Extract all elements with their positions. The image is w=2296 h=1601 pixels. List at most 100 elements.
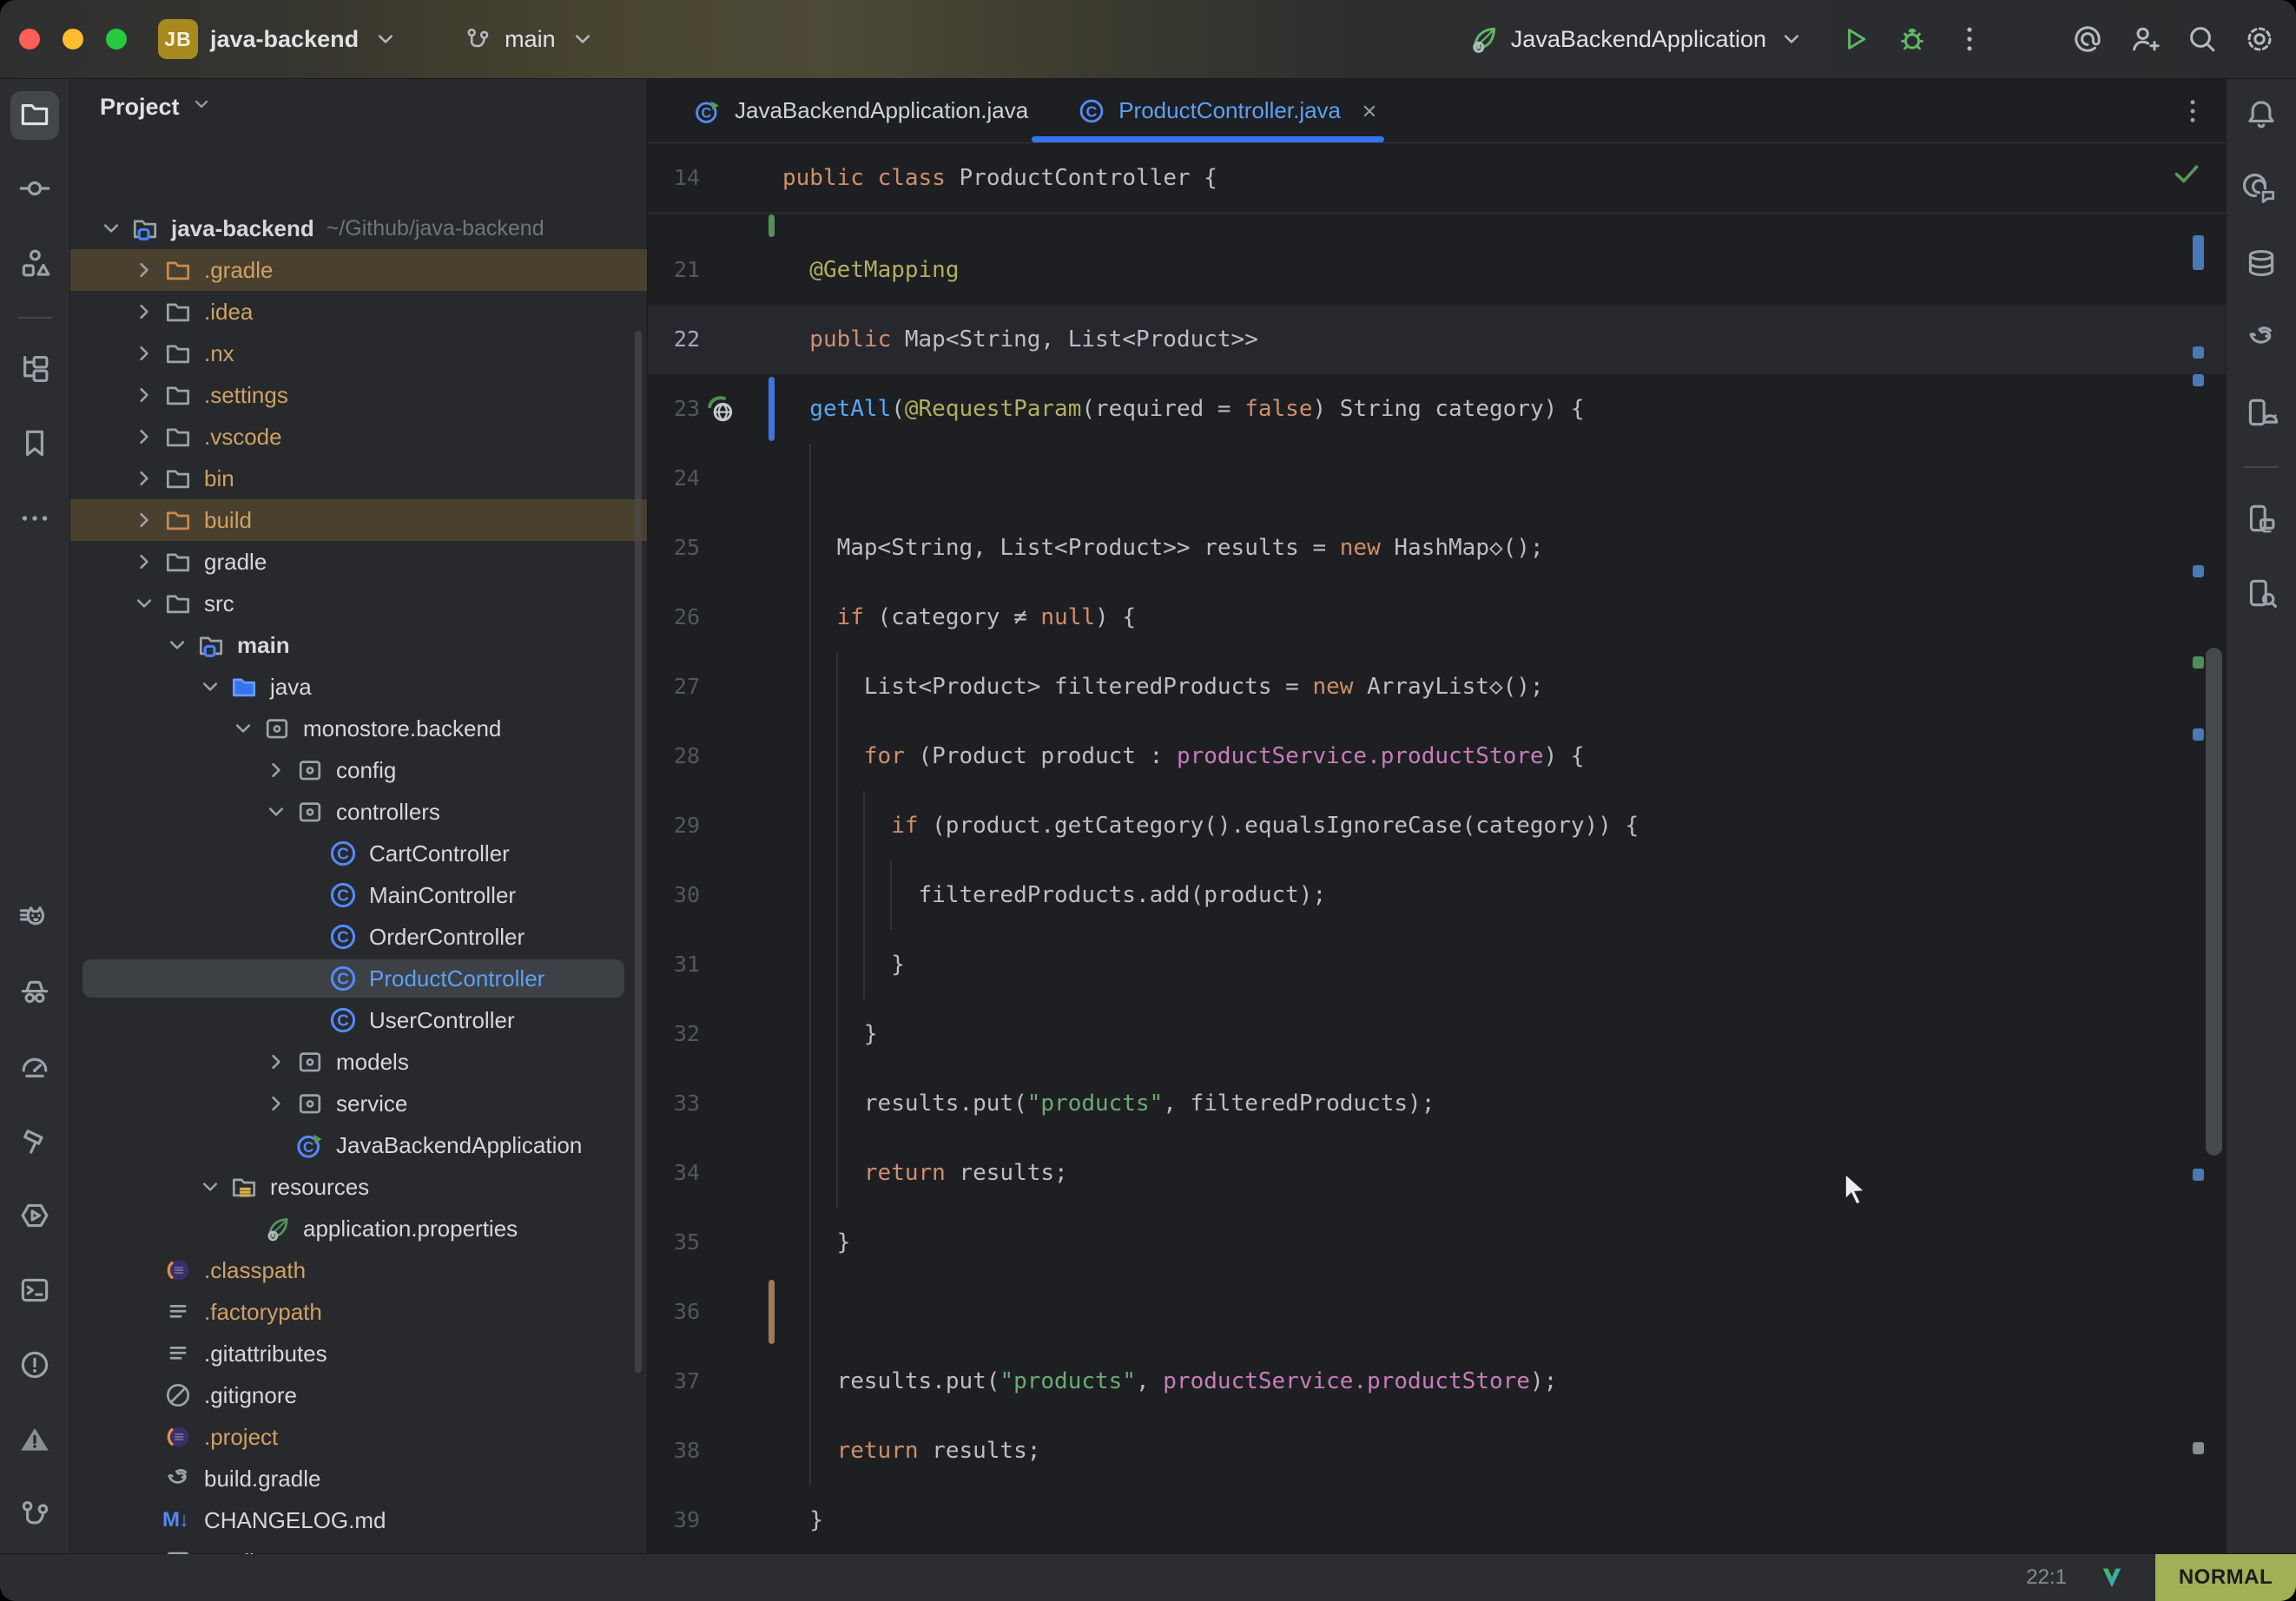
code-line-22[interactable]: public Map<String, List<Product>>: [782, 305, 1258, 374]
close-icon[interactable]: [1358, 100, 1381, 122]
code-line-32[interactable]: }: [782, 999, 878, 1069]
line-number-28[interactable]: 28: [648, 721, 700, 791]
error-stripe-mark[interactable]: [2193, 1442, 2204, 1454]
chevron-right-icon[interactable]: [129, 339, 159, 368]
line-number-34[interactable]: 34: [648, 1138, 700, 1208]
project-name[interactable]: java-backend: [210, 26, 359, 53]
line-number-23[interactable]: 23: [648, 374, 700, 444]
tree-item-main[interactable]: main: [70, 624, 647, 666]
code-line-39[interactable]: }: [782, 1486, 823, 1554]
tree-item-service[interactable]: service: [70, 1083, 647, 1124]
tool-button-device-manager[interactable]: [2237, 390, 2286, 438]
caret-position[interactable]: 22:1: [2026, 1554, 2067, 1601]
tree-item-UserController[interactable]: CUserController: [70, 999, 647, 1041]
minimize-window-button[interactable]: [63, 29, 83, 49]
maximize-window-button[interactable]: [106, 29, 127, 49]
settings-icon[interactable]: [2242, 22, 2277, 56]
search-icon[interactable]: [2185, 22, 2220, 56]
chevron-down-icon[interactable]: [195, 672, 225, 702]
line-number-38[interactable]: 38: [648, 1416, 700, 1486]
tree-item-gradlew[interactable]: gradlew: [70, 1541, 647, 1554]
project-badge[interactable]: JB: [158, 19, 198, 59]
tree-item-.gitignore[interactable]: .gitignore: [70, 1374, 647, 1416]
tool-button-incognito[interactable]: [10, 969, 59, 1018]
more-vertical-icon[interactable]: [1952, 22, 1987, 56]
tool-button-warnings[interactable]: [10, 1417, 59, 1466]
tree-item-gradle[interactable]: gradle: [70, 541, 647, 583]
chevron-right-icon[interactable]: [129, 464, 159, 493]
error-stripe-mark[interactable]: [2193, 235, 2204, 270]
code-line-25[interactable]: Map<String, List<Product>> results = new…: [782, 513, 1544, 583]
tree-item-bin[interactable]: bin: [70, 458, 647, 499]
tool-button-gradle[interactable]: [2237, 315, 2286, 364]
editor-tab-ProductController.java[interactable]: CProductController.java: [1052, 79, 1405, 142]
code-viewport[interactable]: 21@GetMapping22public Map<String, List<P…: [648, 213, 2227, 1554]
tool-button-ai-assistant[interactable]: [2237, 166, 2286, 214]
line-number-32[interactable]: 32: [648, 999, 700, 1069]
chevron-right-icon[interactable]: [129, 422, 159, 451]
tree-item-controllers[interactable]: controllers: [70, 791, 647, 833]
more-vertical-icon[interactable]: [2176, 95, 2209, 128]
code-line-29[interactable]: if (product.getCategory().equalsIgnoreCa…: [782, 791, 1639, 860]
code-line-26[interactable]: if (category ≠ null) {: [782, 583, 1136, 652]
editor-scrollbar-thumb[interactable]: [2206, 648, 2222, 1156]
tree-item-OrderController[interactable]: COrderController: [70, 916, 647, 958]
chevron-right-icon[interactable]: [129, 255, 159, 285]
code-line-33[interactable]: results.put("products", filteredProducts…: [782, 1069, 1435, 1138]
code-line-31[interactable]: }: [782, 930, 905, 999]
tool-button-terminal[interactable]: [10, 1268, 59, 1316]
tree-item-CartController[interactable]: CCartController: [70, 833, 647, 874]
line-number-25[interactable]: 25: [648, 513, 700, 583]
tree-item-.nx[interactable]: .nx: [70, 333, 647, 374]
tool-button-notifications[interactable]: [2237, 91, 2286, 140]
line-number-24[interactable]: 24: [648, 444, 700, 513]
chevron-down-icon[interactable]: [129, 589, 159, 618]
project-view-selector[interactable]: Project: [70, 79, 647, 135]
project-tree-scrollbar[interactable]: [635, 331, 642, 1373]
error-stripe-mark[interactable]: [2193, 728, 2204, 741]
error-stripe-mark[interactable]: [2193, 565, 2204, 577]
line-number-21[interactable]: 21: [648, 235, 700, 305]
tree-item-resources[interactable]: resources: [70, 1166, 647, 1208]
vcs-brown-marker[interactable]: [769, 1280, 775, 1344]
chevron-right-icon[interactable]: [261, 755, 291, 785]
add-user-icon[interactable]: [2128, 22, 2162, 56]
tree-item-.gradle[interactable]: .gradle: [70, 249, 647, 291]
run-icon[interactable]: [1837, 22, 1872, 56]
tool-button-ai-cat[interactable]: [10, 894, 59, 943]
tool-button-structure[interactable]: [10, 240, 59, 289]
tree-item-build[interactable]: build: [70, 499, 647, 541]
code-line-27[interactable]: List<Product> filteredProducts = new Arr…: [782, 652, 1544, 721]
chevron-right-icon[interactable]: [261, 1047, 291, 1077]
error-stripe-mark[interactable]: [2193, 346, 2204, 359]
code-line-37[interactable]: results.put("products", productService.p…: [782, 1347, 1557, 1416]
ideavim-icon[interactable]: [2098, 1564, 2126, 1591]
code-line-35[interactable]: }: [782, 1208, 850, 1277]
tree-item-java-backend[interactable]: java-backend~/Github/java-backend: [70, 208, 647, 249]
line-number-33[interactable]: 33: [648, 1069, 700, 1138]
line-number-27[interactable]: 27: [648, 652, 700, 721]
line-number-35[interactable]: 35: [648, 1208, 700, 1277]
tool-button-commit[interactable]: [10, 166, 59, 214]
tree-item-java[interactable]: java: [70, 666, 647, 708]
tool-button-problems[interactable]: [10, 1342, 59, 1391]
tree-item-.project[interactable]: .project: [70, 1416, 647, 1458]
tree-item-.vscode[interactable]: .vscode: [70, 416, 647, 458]
tool-button-bookmarks[interactable]: [10, 421, 59, 470]
tree-item-monostore.backend[interactable]: monostore.backend: [70, 708, 647, 749]
chevron-down-icon[interactable]: [195, 1172, 225, 1202]
tree-item-build.gradle[interactable]: build.gradle: [70, 1458, 647, 1499]
tree-item-.gitattributes[interactable]: .gitattributes: [70, 1333, 647, 1374]
tool-button-profiler[interactable]: [10, 1044, 59, 1092]
tree-item-MainController[interactable]: CMainController: [70, 874, 647, 916]
tool-button-services[interactable]: [10, 1193, 59, 1242]
endpoint-icon[interactable]: [703, 392, 738, 426]
sticky-line[interactable]: 14public class ProductController {: [648, 143, 2227, 214]
line-number-36[interactable]: 36: [648, 1277, 700, 1347]
inspections-ok-icon[interactable]: [2169, 155, 2204, 190]
tree-item-src[interactable]: src: [70, 583, 647, 624]
error-stripe-mark[interactable]: [2193, 656, 2204, 669]
line-number-30[interactable]: 30: [648, 860, 700, 930]
chevron-down-icon[interactable]: [228, 714, 258, 743]
vcs-blue-marker[interactable]: [769, 377, 775, 441]
